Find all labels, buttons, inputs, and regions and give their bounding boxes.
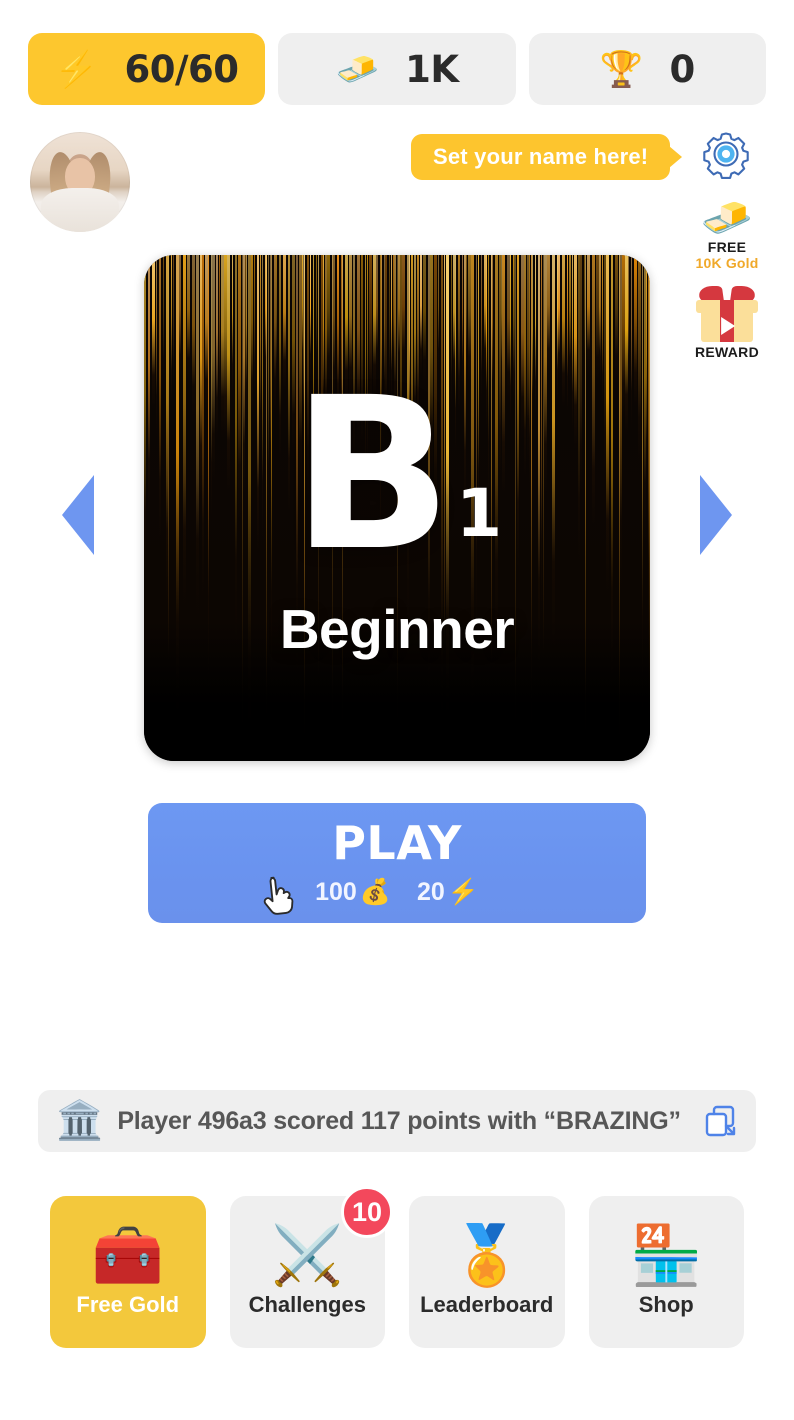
score-ticker[interactable]: 🏛️ Player 496a3 scored 117 points with “… bbox=[38, 1090, 756, 1152]
nav-item-free-gold[interactable]: 🧰 Free Gold bbox=[50, 1196, 206, 1348]
play-costs: 100 💰 20 ⚡ bbox=[315, 878, 479, 907]
gift-video-icon bbox=[696, 286, 758, 344]
nav-item-challenges[interactable]: 10 ⚔️ Challenges bbox=[229, 1186, 393, 1348]
play-cost-energy: 20 ⚡ bbox=[417, 878, 479, 907]
play-cost-gold-value: 100 bbox=[315, 877, 357, 906]
laurel-bank-icon: 🏛️ bbox=[56, 1100, 104, 1142]
play-button[interactable]: PLAY 100 💰 20 ⚡ bbox=[148, 803, 646, 923]
nav-label-leaderboard: Leaderboard bbox=[420, 1292, 554, 1317]
reward-label: REWARD bbox=[694, 344, 760, 360]
storefront-icon: 🏪 bbox=[630, 1223, 703, 1288]
play-cost-gold: 100 💰 bbox=[315, 878, 391, 907]
stat-pill-energy[interactable]: ⚡ 60/60 bbox=[28, 33, 266, 105]
challenges-badge: 10 bbox=[341, 1186, 393, 1238]
nav-item-shop[interactable]: 🏪 Shop bbox=[588, 1196, 744, 1348]
settings-button[interactable] bbox=[700, 128, 752, 180]
treasure-chest-icon: 🧰 bbox=[91, 1223, 164, 1288]
stat-pill-trophies[interactable]: 🏆 0 bbox=[528, 33, 766, 105]
money-bag-icon: 💰 bbox=[359, 877, 391, 906]
medal-icon: 🏅 bbox=[450, 1223, 523, 1288]
avatar[interactable] bbox=[30, 132, 130, 232]
gold-bars-icon: 🧈 bbox=[700, 194, 754, 241]
gold-bar-icon: 🧈 bbox=[335, 49, 380, 89]
gold-value: 1K bbox=[405, 47, 459, 91]
play-cost-energy-value: 20 bbox=[416, 877, 445, 906]
free-gold-line1: FREE bbox=[707, 239, 747, 255]
arrow-left-icon[interactable] bbox=[62, 475, 94, 555]
lightning-bolt-icon: ⚡ bbox=[54, 49, 99, 89]
lightning-bolt-icon: ⚡ bbox=[447, 877, 479, 906]
nav-label-shop: Shop bbox=[638, 1292, 694, 1317]
copy-share-icon[interactable] bbox=[704, 1104, 738, 1138]
card-text: B 1 Beginner bbox=[144, 255, 650, 761]
level-card[interactable]: B 1 Beginner bbox=[144, 255, 650, 761]
energy-value: 60/60 bbox=[124, 47, 239, 91]
stat-pill-gold[interactable]: 🧈 1K bbox=[278, 33, 516, 105]
trophy-icon: 🏆 bbox=[599, 49, 644, 89]
level-sublevel: 1 bbox=[456, 475, 502, 553]
nav-label-challenges: Challenges bbox=[248, 1292, 366, 1317]
crossed-swords-icon: ⚔️ bbox=[271, 1223, 344, 1288]
level-name: Beginner bbox=[279, 598, 515, 661]
avatar-body bbox=[41, 188, 119, 232]
set-name-tooltip[interactable]: Set your name here! bbox=[411, 134, 671, 180]
arrow-right-icon[interactable] bbox=[700, 475, 732, 555]
nav-label-free-gold: Free Gold bbox=[76, 1292, 180, 1317]
play-label: PLAY bbox=[332, 815, 462, 870]
ticker-message: Player 496a3 scored 117 points with “BRA… bbox=[117, 1106, 681, 1135]
stat-bar: ⚡ 60/60 🧈 1K 🏆 0 bbox=[28, 33, 766, 105]
trophy-value: 0 bbox=[669, 47, 695, 91]
game-home-screen: ⚡ 60/60 🧈 1K 🏆 0 Set your name here! 🧈 F bbox=[0, 0, 794, 1420]
reward-side-button[interactable]: REWARD bbox=[688, 286, 766, 360]
level-letter: B bbox=[291, 351, 453, 597]
gear-icon bbox=[703, 132, 749, 179]
bottom-nav: 🧰 Free Gold 10 ⚔️ Challenges 🏅 Leaderboa… bbox=[50, 1186, 744, 1348]
free-gold-line2: 10K Gold bbox=[695, 255, 759, 271]
free-gold-side-button[interactable]: 🧈 FREE 10K Gold bbox=[688, 194, 766, 272]
nav-item-leaderboard[interactable]: 🏅 Leaderboard bbox=[409, 1196, 565, 1348]
